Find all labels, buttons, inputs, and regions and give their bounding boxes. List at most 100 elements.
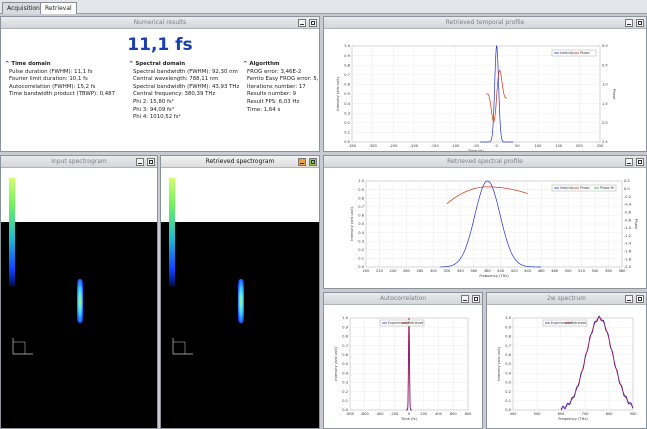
x-tick-label: 600: [558, 412, 566, 416]
x-axis-label: Time (fs): [467, 149, 484, 151]
spectral-profile-chart: 200 220 240 260 280 300 320 340 360 380 400 420 440 4…: [350, 179, 638, 278]
minimize-button[interactable]: [625, 158, 633, 166]
temporal-profile-title: Retrieved temporal profile: [324, 17, 646, 29]
legend-label: Retrieved: [571, 321, 586, 325]
y2-tick-label: -1.0: [624, 226, 632, 230]
temporal-profile-panel: Retrieved temporal profile -350 -300 -250-…: [323, 16, 647, 152]
x-tick-label: 340: [457, 269, 465, 273]
maximize-button[interactable]: [636, 19, 644, 27]
maximize-button[interactable]: [636, 295, 644, 303]
x-tick-label: 400: [497, 269, 505, 273]
x-tick-label: -50: [473, 144, 480, 148]
y-tick-label: 0.0: [344, 140, 350, 144]
y-tick-label: 0.7: [344, 73, 350, 77]
x-tick-label: -100: [451, 144, 460, 148]
x-axis-label: Frequency (THz): [558, 417, 588, 421]
legend-label: Phase fit: [600, 186, 615, 190]
spectral-domain-line: Central frequency: 380,39 THz: [133, 91, 216, 98]
x-tick-label: 540: [592, 269, 600, 273]
y2-tick-label: -1.4: [624, 242, 632, 246]
autocorrelation-chart: -800 -600 -400 -200 0 200 400 600 800 0.0 0.1 0.2 0.…: [334, 316, 473, 421]
spectral-domain-heading: ^ Spectral domain: [129, 61, 186, 67]
x-tick-label: -800: [346, 412, 355, 416]
y2-tick-label: -1.2: [624, 234, 631, 238]
y2-tick-label: -1.8: [624, 257, 632, 261]
shg-spectrum-chart: 400 500 600 700 800 900 0.0 0.1 0.2 0.3 0.4 0.5 0.6 0…: [497, 315, 638, 421]
spectral-domain-line: Central wavelength: 788,11 nm: [133, 76, 219, 83]
x-tick-label: 900: [630, 412, 638, 416]
minimize-button[interactable]: [298, 19, 306, 27]
x-tick-label: 500: [534, 412, 542, 416]
minimize-button[interactable]: [625, 295, 633, 303]
spectral-domain-section: ^ Spectral domain Spectral bandwidth (FW…: [129, 61, 239, 122]
x-tick-label: 800: [606, 412, 614, 416]
x-tick-label: -200: [410, 144, 419, 148]
x-tick-label: 520: [578, 269, 586, 273]
y-tick-label: 0.4: [505, 371, 511, 375]
maximize-button[interactable]: [309, 158, 317, 166]
x-tick-label: 800: [465, 412, 473, 416]
x-tick-label: 480: [551, 269, 559, 273]
input-spectrogram-image: [1, 222, 157, 428]
x-tick-label: 460: [538, 269, 546, 273]
y2-tick-label: 1.0: [602, 83, 608, 87]
minimize-button[interactable]: [461, 295, 469, 303]
y2-tick-label: -0.6: [624, 210, 632, 214]
time-domain-section: ^ Time domain Pulse duration (FWHM): 11,…: [5, 61, 115, 99]
axis-icon: [172, 338, 193, 355]
y2-tick-label: -2.0: [624, 265, 632, 269]
time-domain-line: Time bandwidth product (TBWP): 0,487: [9, 91, 116, 98]
y-axis-label: Intensity (arb.unit): [334, 347, 338, 381]
spectral-domain-line: Spectral bandwidth (FWHM): 92,30 nm: [133, 68, 238, 75]
y-tick-label: 0.4: [344, 102, 350, 106]
shg-spectrum-panel: 2w spectrum 400 500 600 700 800 900 0.0 0.1 0.2 0…: [486, 292, 647, 429]
maximize-button[interactable]: [309, 19, 317, 27]
spectral-domain-line: Phi 2: 15,80 fs²: [133, 98, 174, 105]
y2-tick-label: -1.6: [624, 250, 632, 254]
x-tick-label: 440: [524, 269, 532, 273]
algorithm-line: Results number: 9: [247, 91, 297, 98]
y-tick-label: 0.4: [342, 371, 348, 375]
y-tick-label: 0.6: [358, 214, 364, 218]
y-tick-label: 1.0: [344, 44, 350, 48]
y-tick-label: 0.2: [344, 121, 350, 125]
tab-acquisition[interactable]: Acquisition: [2, 2, 45, 14]
y-tick-label: 0.4: [358, 231, 364, 235]
maximize-button[interactable]: [147, 158, 155, 166]
tab-retrieval[interactable]: Retrieval: [40, 2, 77, 14]
y-tick-label: 0.0: [342, 408, 348, 412]
x-tick-label: 580: [619, 269, 627, 273]
y-tick-label: 0.5: [505, 362, 511, 366]
x-tick-label: 280: [416, 269, 424, 273]
minimize-button[interactable]: [625, 19, 633, 27]
y-tick-label: 0.5: [342, 362, 348, 366]
x-tick-label: 600: [450, 412, 458, 416]
y-tick-label: 0.6: [505, 353, 511, 357]
maximize-button[interactable]: [636, 158, 644, 166]
y-tick-label: 0.8: [358, 196, 364, 200]
time-domain-line: Pulse duration (FWHM): 11,1 fs: [9, 68, 93, 75]
y2-tick-label: 0.0: [602, 44, 608, 48]
maximize-button[interactable]: [472, 295, 480, 303]
x-tick-label: 420: [511, 269, 519, 273]
legend-label: Intensity: [560, 186, 574, 190]
y-tick-label: 0.9: [505, 325, 511, 329]
x-tick-label: 260: [403, 269, 411, 273]
x-tick-label: 100: [535, 144, 543, 148]
minimize-button[interactable]: [136, 158, 144, 166]
minimize-button[interactable]: [298, 158, 306, 166]
y2-tick-label: 0.5: [602, 63, 608, 67]
y-tick-label: 0.5: [344, 92, 350, 96]
x-tick-label: 380: [484, 269, 492, 273]
x-tick-label: 400: [435, 412, 443, 416]
spectral-domain-line: Spectral bandwidth (FWHM): 43,93 THz: [133, 83, 240, 90]
y-tick-label: 0.6: [342, 353, 348, 357]
y-tick-label: 0.3: [344, 111, 350, 115]
y-tick-label: 0.8: [505, 335, 511, 339]
y-axis-label: Intensity (arb.unit): [336, 77, 340, 111]
y-tick-label: 0.2: [505, 390, 511, 394]
x-tick-label: 150: [555, 144, 563, 148]
y-tick-label: 0.1: [358, 257, 364, 261]
retrieved-spectrogram-title: Retrieved spectrogram: [161, 156, 319, 168]
y2-axis-label: Phase: [634, 219, 638, 231]
